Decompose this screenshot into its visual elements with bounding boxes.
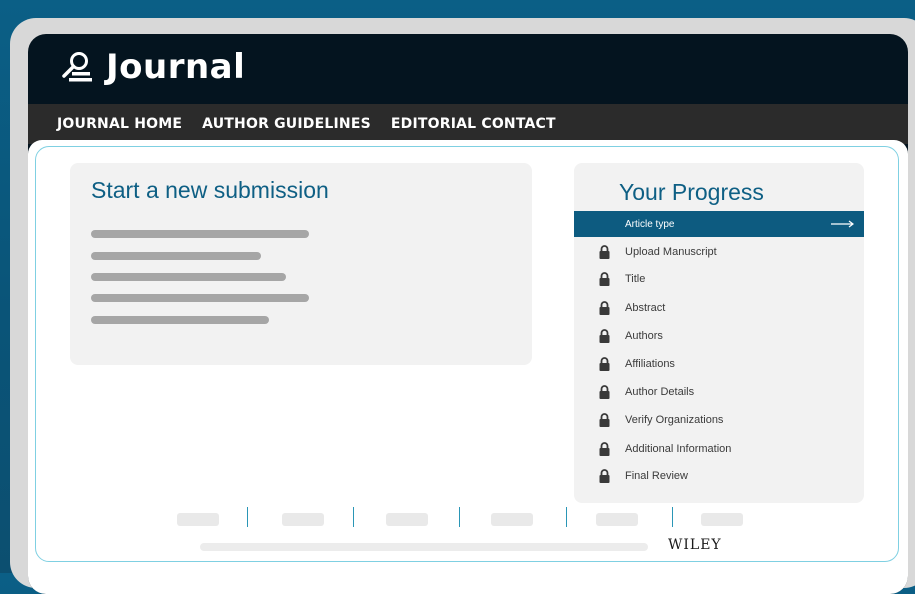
step-label: Authors bbox=[625, 330, 663, 342]
lock-icon bbox=[599, 357, 610, 371]
nav-editorial-contact[interactable]: EDITORIAL CONTACT bbox=[391, 116, 556, 132]
app-window: Journal JOURNAL HOME AUTHOR GUIDELINES E… bbox=[28, 34, 908, 594]
footer-link-placeholder[interactable] bbox=[491, 513, 533, 526]
footer-link-placeholder[interactable] bbox=[177, 513, 219, 526]
step-label: Verify Organizations bbox=[625, 414, 724, 426]
nav-journal-home[interactable]: JOURNAL HOME bbox=[57, 116, 182, 132]
progress-panel: Your Progress Article type Upload Manusc… bbox=[574, 163, 864, 503]
journal-logo[interactable]: Journal bbox=[60, 39, 245, 95]
step-label: Article type bbox=[625, 218, 675, 230]
search-person-icon bbox=[62, 52, 92, 82]
arrow-right-icon bbox=[831, 220, 854, 228]
step-label: Abstract bbox=[625, 302, 666, 314]
step-label: Author Details bbox=[625, 386, 695, 398]
step-abstract[interactable]: Abstract bbox=[574, 298, 864, 320]
footer-divider bbox=[672, 507, 673, 527]
step-final-review[interactable]: Final Review bbox=[574, 466, 864, 488]
step-label: Upload Manuscript bbox=[625, 246, 717, 258]
footer-link-placeholder[interactable] bbox=[701, 513, 743, 526]
step-article-type[interactable]: Article type bbox=[574, 211, 864, 237]
wiley-logo[interactable]: WILEY bbox=[668, 537, 722, 553]
new-submission-card: Start a new submission bbox=[70, 163, 532, 365]
content-area: Start a new submission Your Progress Art… bbox=[28, 140, 908, 594]
placeholder-text-line bbox=[91, 230, 309, 238]
step-label: Additional Information bbox=[625, 443, 732, 455]
footer-divider bbox=[459, 507, 460, 527]
step-affiliations[interactable]: Affiliations bbox=[574, 354, 864, 376]
submission-title: Start a new submission bbox=[91, 177, 329, 203]
step-label: Affiliations bbox=[625, 358, 675, 370]
footer-links bbox=[28, 504, 908, 534]
placeholder-text-line bbox=[91, 316, 269, 324]
lock-icon bbox=[599, 469, 610, 483]
lock-icon bbox=[599, 413, 610, 427]
lock-icon bbox=[599, 329, 610, 343]
step-authors[interactable]: Authors bbox=[574, 326, 864, 348]
footer-link-placeholder[interactable] bbox=[596, 513, 638, 526]
step-additional-information[interactable]: Additional Information bbox=[574, 439, 864, 461]
placeholder-text-line bbox=[91, 294, 309, 302]
main-navigation: JOURNAL HOME AUTHOR GUIDELINES EDITORIAL… bbox=[28, 104, 908, 144]
footer-link-placeholder[interactable] bbox=[386, 513, 428, 526]
footer-link-placeholder[interactable] bbox=[282, 513, 324, 526]
step-upload-manuscript[interactable]: Upload Manuscript bbox=[574, 242, 864, 264]
nav-author-guidelines[interactable]: AUTHOR GUIDELINES bbox=[202, 116, 371, 132]
placeholder-text-line bbox=[91, 252, 261, 260]
footer-divider bbox=[566, 507, 567, 527]
journal-title: Journal bbox=[106, 47, 246, 87]
step-title[interactable]: Title bbox=[574, 269, 864, 291]
step-author-details[interactable]: Author Details bbox=[574, 382, 864, 404]
lock-icon bbox=[599, 245, 610, 259]
footer-placeholder-bar bbox=[200, 543, 648, 551]
lock-icon bbox=[599, 385, 610, 399]
lock-icon bbox=[599, 442, 610, 456]
step-label: Title bbox=[625, 273, 646, 285]
lock-icon bbox=[599, 301, 610, 315]
lock-icon bbox=[599, 272, 610, 286]
footer-divider bbox=[247, 507, 248, 527]
footer-divider bbox=[353, 507, 354, 527]
placeholder-text-line bbox=[91, 273, 286, 281]
progress-title: Your Progress bbox=[619, 179, 764, 205]
step-verify-organizations[interactable]: Verify Organizations bbox=[574, 410, 864, 432]
step-label: Final Review bbox=[625, 470, 688, 482]
